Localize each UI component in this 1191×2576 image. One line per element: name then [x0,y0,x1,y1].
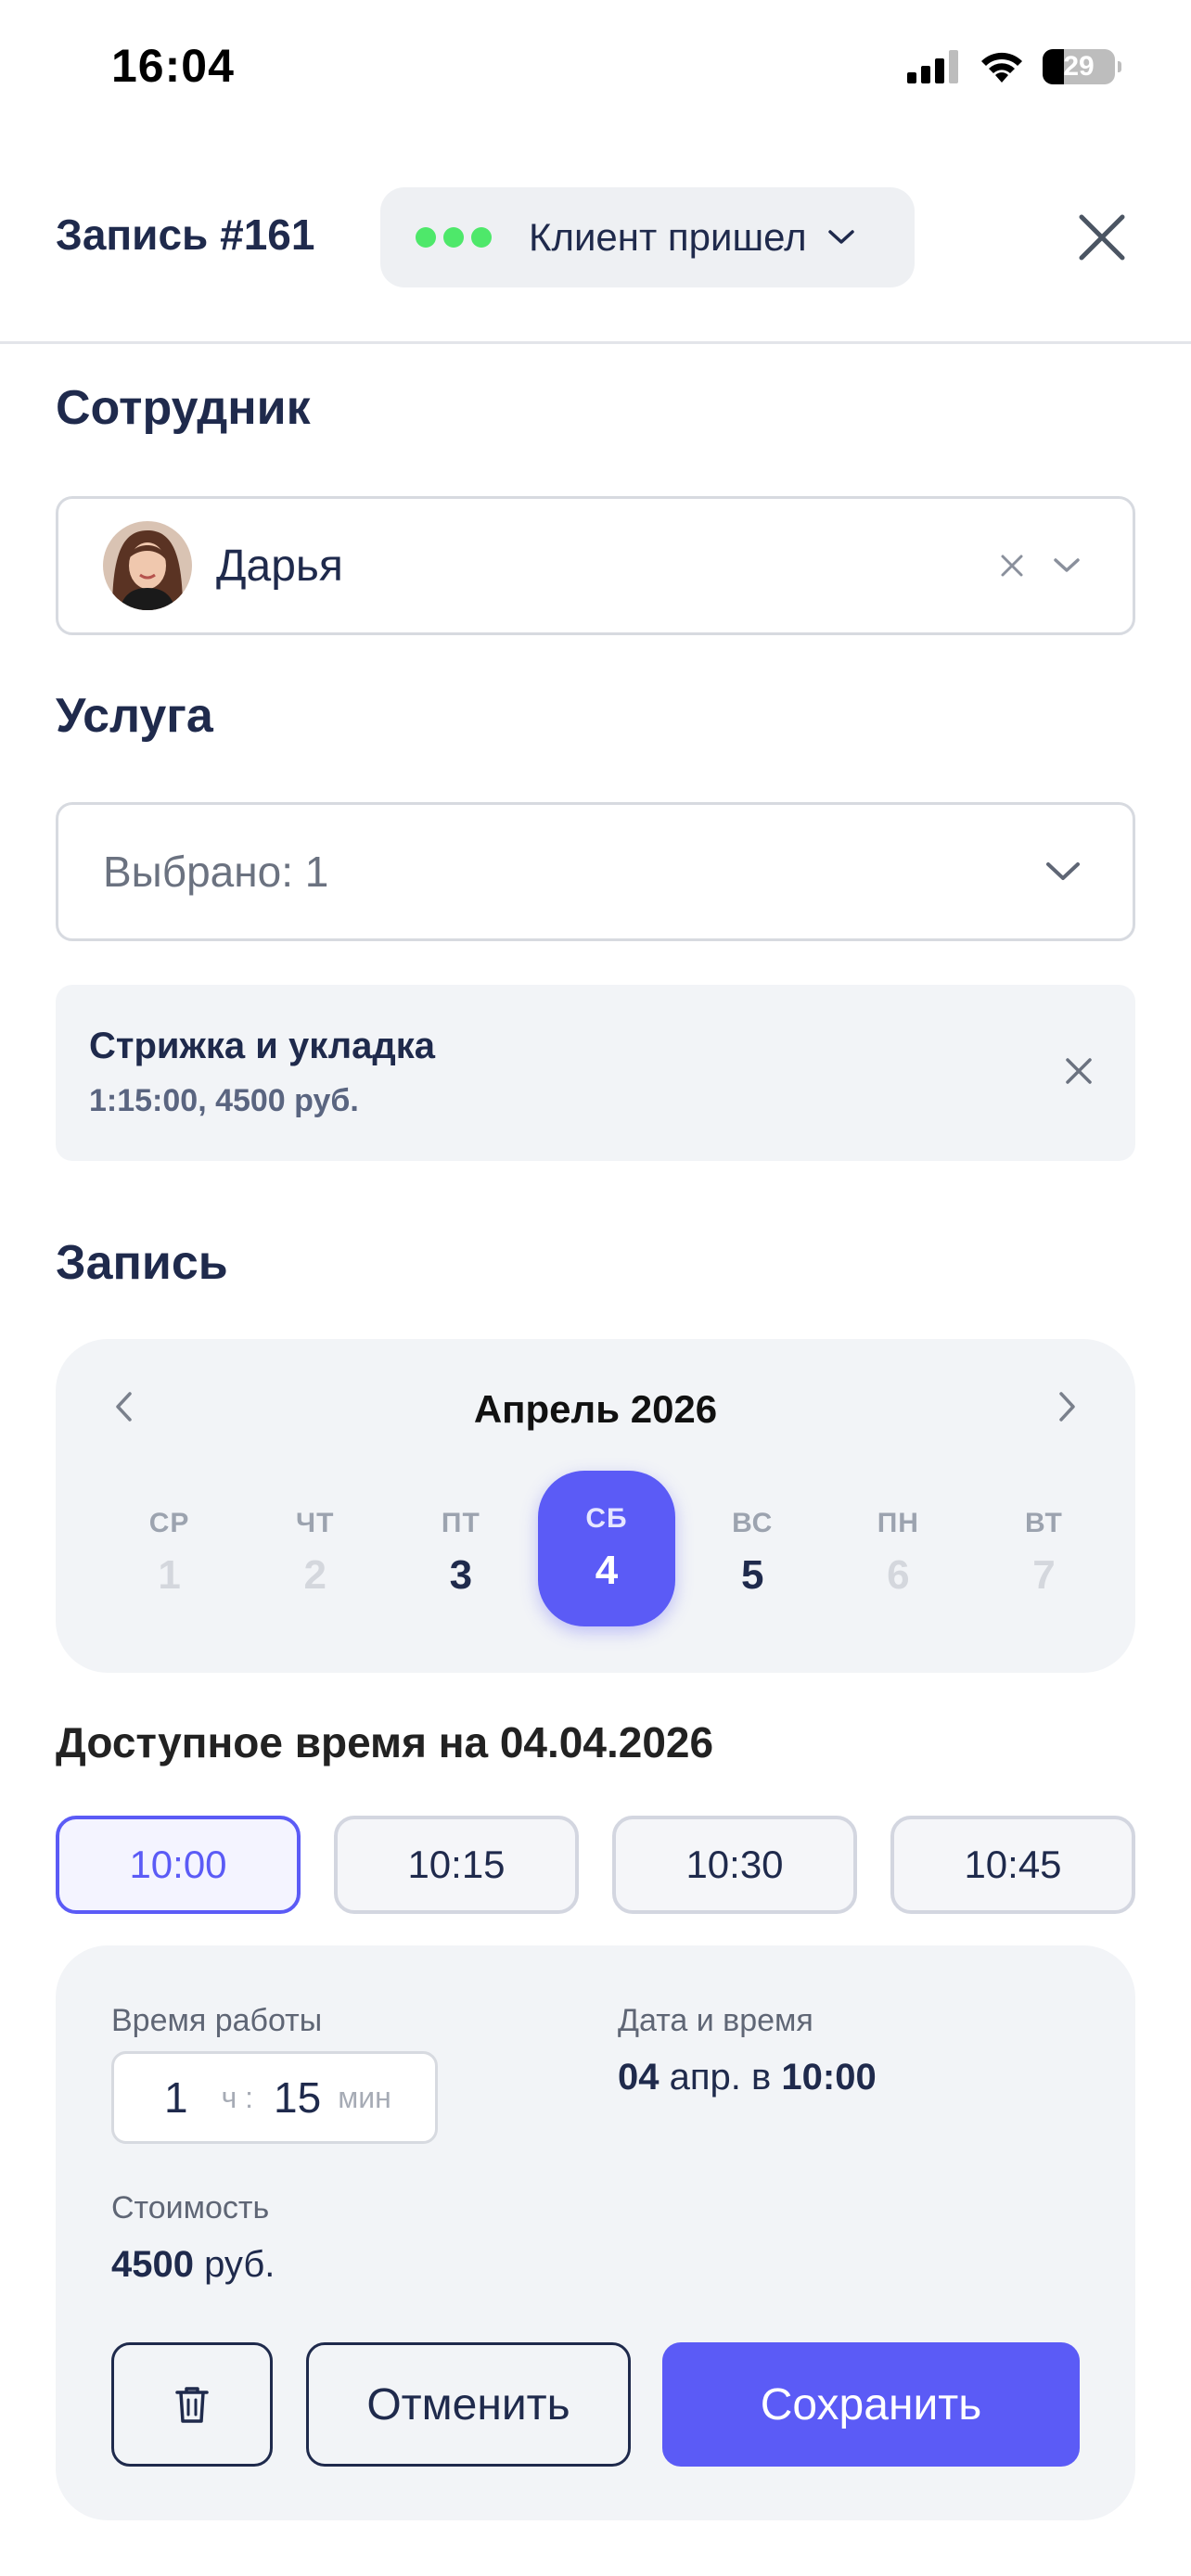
status-dots-icon [416,227,492,248]
calendar-day: ПН 6 [826,1484,971,1623]
day-of-week: СР [148,1508,190,1538]
time-slots: 10:00 10:15 10:30 10:45 [56,1816,1135,1914]
status-time: 16:04 [111,40,235,92]
day-number: 5 [740,1552,764,1598]
employee-section-title: Сотрудник [56,381,311,435]
duration-minutes[interactable]: 15 [274,2072,321,2123]
day-of-week: ЧТ [296,1508,335,1538]
chevron-down-icon [827,230,854,244]
employee-name: Дарья [216,541,343,591]
trash-icon [175,2387,209,2423]
day-number: 2 [303,1552,327,1598]
calendar-day: СР 1 [96,1484,242,1623]
calendar-day-selected[interactable]: СБ 4 [538,1471,675,1626]
booking-summary: Время работы 1 ч : 15 мин Дата и время 0… [56,1945,1135,2520]
calendar-day[interactable]: ПТ 3 [388,1484,533,1623]
employee-select-controls [999,499,1081,632]
calendar-day[interactable]: ВС 5 [680,1484,826,1623]
service-select-value: Выбрано: 1 [103,848,329,896]
day-of-week: ВТ [1025,1508,1063,1538]
service-section-title: Услуга [56,689,213,743]
datetime-value: 04 апр. в 10:00 [618,2057,877,2098]
wifi-icon [981,52,1022,83]
hours-unit: ч : [221,2080,254,2114]
day-of-week: ПТ [441,1508,480,1538]
minutes-unit: мин [338,2080,391,2114]
day-of-week: ПН [877,1508,919,1538]
time-slot[interactable]: 10:30 [612,1816,857,1914]
close-icon[interactable] [1074,210,1130,265]
header: Запись #161 Клиент пришел [0,176,1191,343]
time-slot[interactable]: 10:45 [890,1816,1135,1914]
day-number: 3 [449,1552,473,1598]
day-number: 6 [887,1552,910,1598]
chevron-right-icon[interactable] [1057,1391,1078,1422]
remove-service-icon[interactable] [1063,1055,1095,1087]
delete-button[interactable] [111,2342,273,2467]
time-slot[interactable]: 10:15 [334,1816,579,1914]
selected-service-card: Стрижка и укладка 1:15:00, 4500 руб. [56,985,1135,1161]
booking-section-title: Запись [56,1236,228,1290]
cancel-button[interactable]: Отменить [306,2342,631,2467]
status-icons: 29 [907,46,1121,87]
cellular-signal-icon [907,50,958,83]
available-time-title: Доступное время на 04.04.2026 [56,1718,714,1766]
calendar-month: Апрель 2026 [473,1387,718,1431]
chevron-down-icon[interactable] [1045,861,1081,882]
battery-level: 29 [1063,51,1095,82]
day-number: 7 [1032,1552,1056,1598]
duration-hours[interactable]: 1 [164,2072,188,2123]
record-title: Запись #161 [56,210,315,259]
duration-label: Время работы [111,2003,323,2038]
service-select-controls [1045,805,1081,938]
price-label: Стоимость [111,2190,270,2225]
service-name: Стрижка и укладка [89,1026,436,1066]
day-number: 4 [595,1548,619,1593]
date-picker: Апрель 2026 СР 1 ЧТ 2 ПТ 3 СБ 4 ВС 5 ПН … [56,1339,1135,1673]
service-meta: 1:15:00, 4500 руб. [89,1083,359,1118]
time-slot-selected[interactable]: 10:00 [56,1816,301,1914]
avatar [103,521,192,610]
chevron-down-icon[interactable] [1053,557,1081,574]
clear-icon[interactable] [999,553,1025,579]
service-select[interactable]: Выбрано: 1 [56,802,1135,941]
battery-icon: 29 [1043,49,1121,84]
status-label: Клиент пришел [529,215,807,259]
day-of-week: СБ [585,1503,628,1534]
status-dropdown[interactable]: Клиент пришел [380,187,915,287]
day-number: 1 [158,1552,181,1598]
save-button[interactable]: Сохранить [662,2342,1080,2467]
duration-input[interactable]: 1 ч : 15 мин [111,2051,438,2144]
calendar-days: СР 1 ЧТ 2 ПТ 3 СБ 4 ВС 5 ПН 6 ВТ 7 [96,1471,1117,1626]
price-value: 4500 руб. [111,2244,275,2285]
calendar-day: ВТ 7 [971,1484,1117,1623]
calendar-day: ЧТ 2 [242,1484,388,1623]
header-divider [0,341,1191,344]
datetime-label: Дата и время [618,2003,813,2038]
status-bar: 16:04 29 [0,0,1191,134]
day-of-week: ВС [732,1508,774,1538]
employee-select[interactable]: Дарья [56,496,1135,635]
